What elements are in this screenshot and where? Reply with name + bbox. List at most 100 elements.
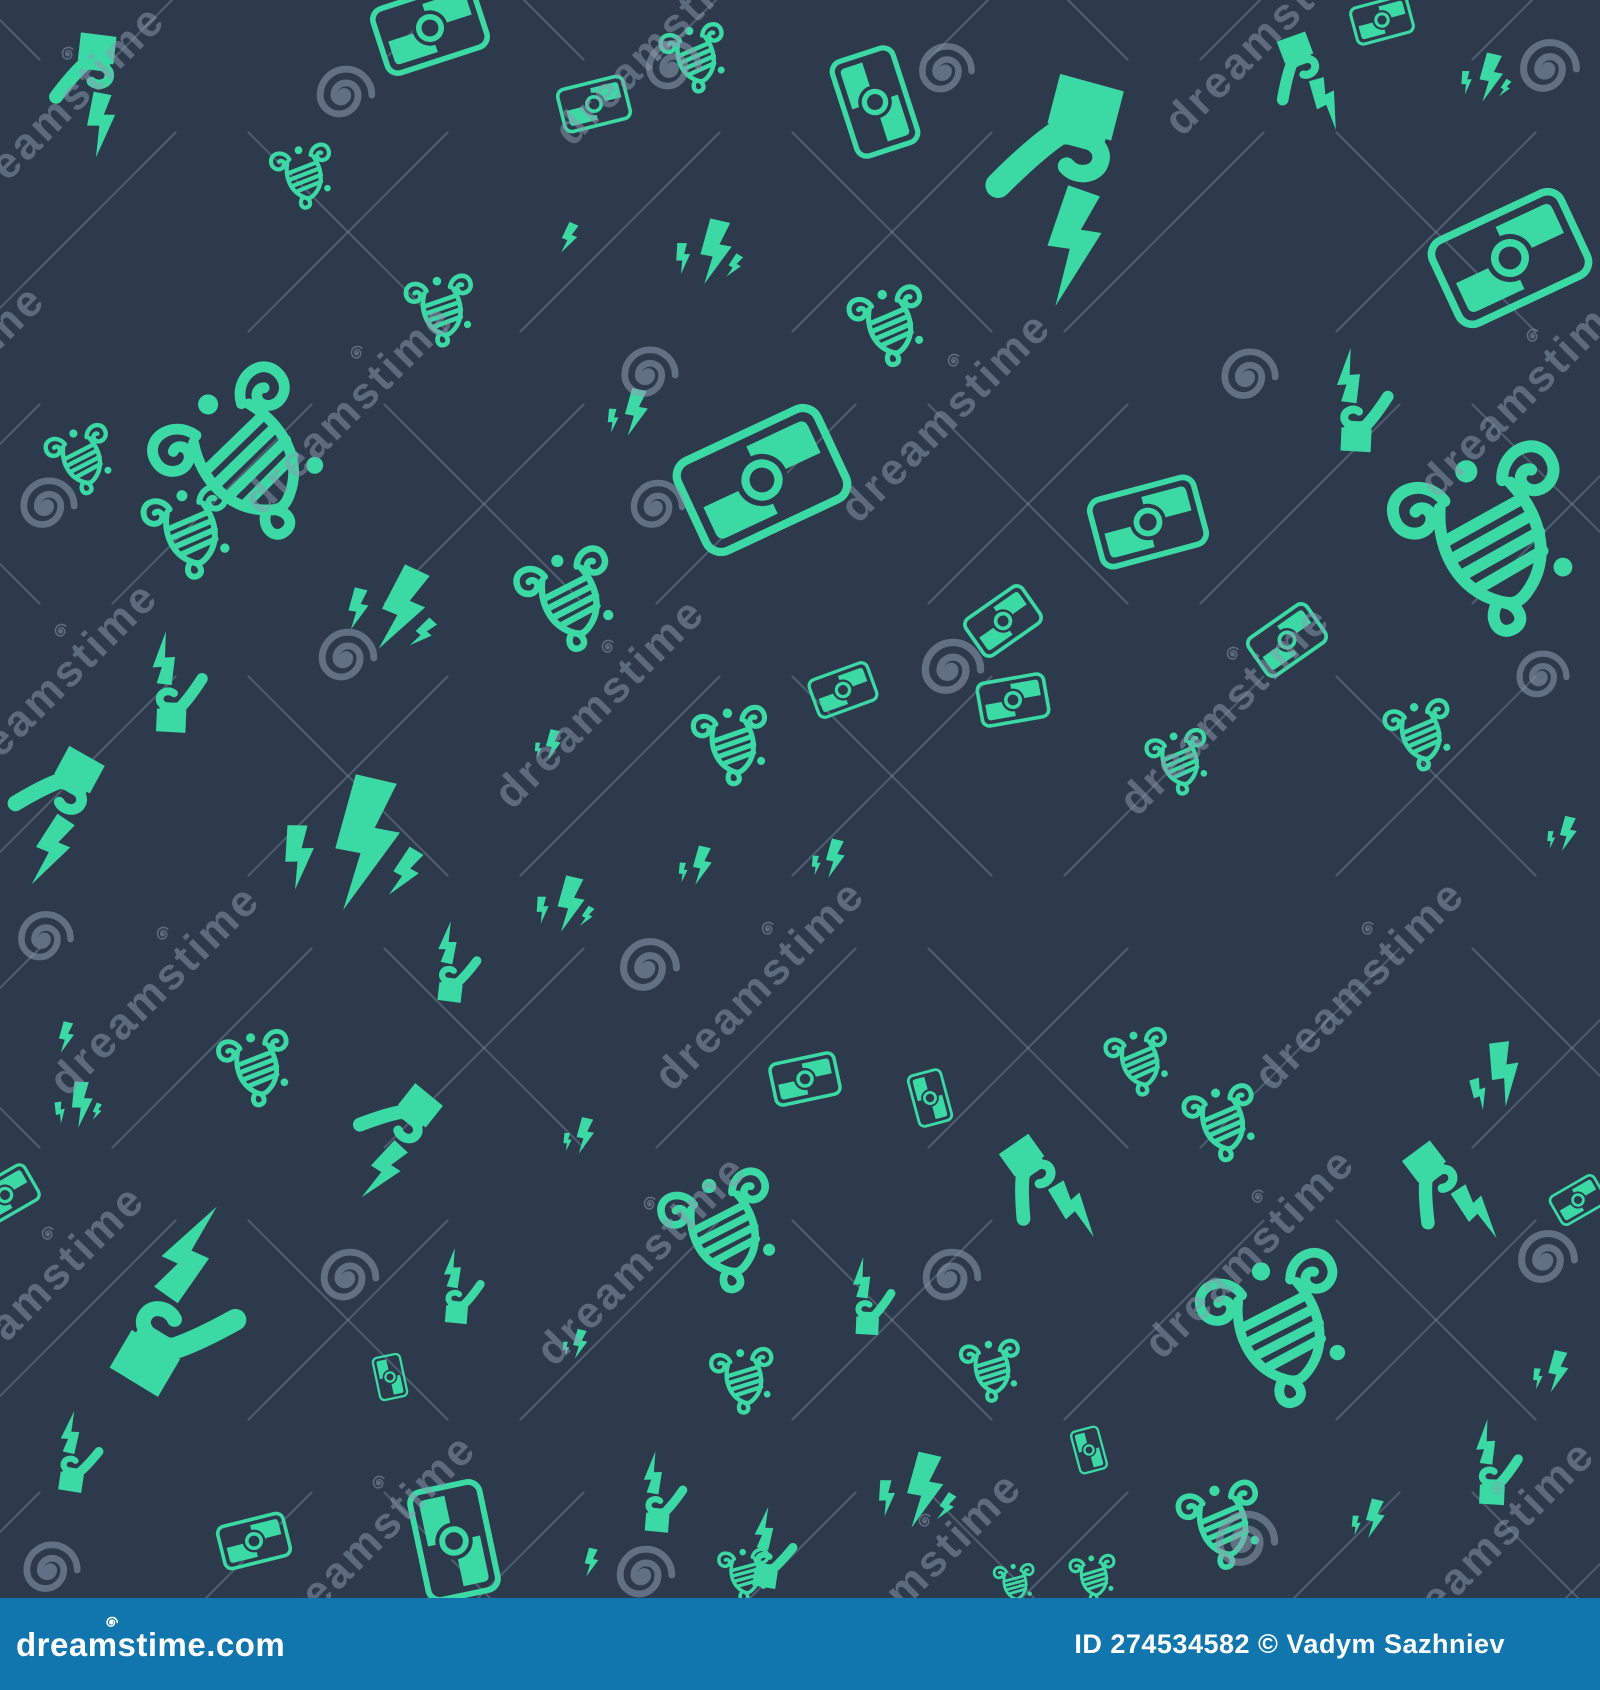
watermark-text-spiral-icon <box>59 44 77 62</box>
ancient-lyre-icon <box>691 702 775 789</box>
ancient-lyre-icon <box>1181 1080 1265 1166</box>
watermark-text: dreamstime <box>830 301 1061 532</box>
watermark-spiral-icon <box>27 1545 77 1589</box>
watermark-line <box>204 1491 313 1598</box>
ancient-lyre-icon <box>512 541 629 660</box>
zeus-hand-lightning-icon <box>1382 1135 1519 1262</box>
money-banknote-icon <box>974 671 1052 729</box>
lightning-bolt-icon <box>1531 1349 1569 1393</box>
watermark-text-spiral-icon <box>1224 644 1242 662</box>
ancient-lyre-icon <box>140 480 242 585</box>
money-banknote-icon <box>1068 1424 1110 1476</box>
watermark-text-group: dreamstime <box>0 274 55 505</box>
watermark-spiral-icon <box>634 483 682 525</box>
watermark-text: dreamstime <box>544 0 775 155</box>
watermark-text: dreamstime <box>1154 0 1385 145</box>
watermark-text-spiral-icon <box>641 1194 659 1212</box>
watermark-spiral-icon <box>625 350 675 394</box>
watermark-spiral-icon <box>1524 43 1577 89</box>
watermark-text-spiral-icon <box>1524 326 1542 344</box>
watermark-text-spiral-icon <box>599 637 617 655</box>
watermark-text-group: dreamstime <box>644 869 875 1100</box>
lightning-bolt-icon <box>1349 1498 1385 1538</box>
image-credit: ID 274534582 © Vadym Sazhniev <box>1074 1629 1505 1660</box>
watermark-text-group: dreamstime <box>1109 594 1340 825</box>
lightning-bolt-icon <box>584 1547 599 1577</box>
watermark-text-group: dreamstime <box>830 301 1061 532</box>
watermark-text-spiral-icon <box>154 924 172 942</box>
money-banknote-icon <box>214 1510 294 1572</box>
zeus-hand-lightning-icon <box>136 626 212 739</box>
lightning-bolt-icon <box>1455 1036 1532 1117</box>
watermark-line <box>0 0 40 60</box>
watermark-line <box>0 1106 41 1149</box>
ancient-lyre-icon <box>710 1345 779 1416</box>
watermark-line <box>519 131 721 333</box>
watermark-spiral-icon <box>322 632 374 677</box>
ancient-lyre-icon <box>269 140 339 213</box>
watermark-line <box>1471 0 1534 61</box>
watermark-text: dreamstime <box>1134 1137 1365 1368</box>
watermark-text: dreamstime <box>39 874 270 1105</box>
watermark-text-group: dreamstime <box>39 874 270 1105</box>
watermark-text-spiral-icon <box>1249 1187 1267 1205</box>
watermark-text: dreamstime <box>644 869 875 1100</box>
watermark-text: dreamstime <box>484 587 715 818</box>
watermark-text-spiral-icon <box>759 919 777 937</box>
watermark-text: dreamstime <box>255 1423 486 1598</box>
watermark-line <box>0 18 41 61</box>
zeus-hand-lightning-icon <box>50 1409 103 1495</box>
ancient-lyre-icon <box>846 281 934 371</box>
watermark-spiral-icon <box>922 46 971 89</box>
ancient-lyre-icon <box>216 1026 298 1111</box>
seamless-pattern-canvas: dreamstime dreamstimedreamstimedreamstime… <box>0 0 1600 1598</box>
money-banknote-icon <box>905 1067 955 1129</box>
zeus-hand-lightning-icon <box>632 1448 690 1537</box>
zeus-hand-lightning-icon <box>977 1128 1117 1261</box>
watermark-text-spiral-icon <box>1359 919 1377 937</box>
stock-image-preview: dreamstime dreamstime dreamstime dreamstime… <box>0 0 1600 1690</box>
lightning-bolt-icon <box>1458 52 1513 102</box>
watermark-spiral-icon <box>925 642 980 690</box>
watermark-spiral-icon <box>1520 654 1567 695</box>
money-banknote-icon <box>1347 0 1417 48</box>
ancient-lyre-icon <box>1103 1024 1177 1100</box>
zeus-hand-lightning-icon <box>1320 342 1398 458</box>
lightning-bolt-icon <box>277 774 426 910</box>
money-banknote-icon <box>0 1160 44 1230</box>
watermark-text: dreamstime <box>1109 594 1340 825</box>
watermark-spiral-icon <box>1225 352 1275 396</box>
zeus-hand-lightning-icon <box>433 1245 487 1328</box>
lightning-bolt-icon <box>676 845 712 885</box>
watermark-lattice <box>0 0 1600 1598</box>
watermark-layer: dreamstime dreamstimedreamstimedreamstime… <box>0 0 1600 1598</box>
zeus-hand-lightning-icon <box>744 1505 797 1591</box>
watermark-line <box>0 947 41 990</box>
money-banknote-icon <box>829 45 920 159</box>
image-credit-text: ID 274534582 © Vadym Sazhniev <box>1074 1628 1505 1659</box>
watermark-text-group: dreamstime <box>1154 0 1385 145</box>
lightning-bolt-icon <box>559 221 580 255</box>
ancient-lyre-icon <box>1067 1550 1121 1598</box>
dreamstime-logo[interactable]: dreamstime.com <box>16 1616 286 1663</box>
watermark-text-spiral-icon <box>370 1473 388 1491</box>
watermark-text: dreamstime <box>0 274 55 505</box>
watermark-spiral-icon <box>324 1252 376 1297</box>
lightning-bolt-icon <box>533 875 596 933</box>
dreamstime-logo-text: dreamstime.com <box>16 1625 286 1663</box>
watermark-spiral-icon <box>620 1549 672 1594</box>
lightning-bolt-icon <box>1545 815 1577 851</box>
watermark-text-spiral-icon <box>348 343 366 361</box>
watermark-text-group: dreamstime <box>544 0 775 155</box>
watermark-line <box>1472 0 1600 60</box>
watermark-spiral-icon <box>21 914 70 957</box>
watermark-spiral-icon <box>1522 1234 1575 1280</box>
watermark-text-spiral-icon <box>52 621 70 639</box>
pattern-icons <box>0 0 1600 1598</box>
watermark-spiral-icon <box>24 481 74 525</box>
lightning-bolt-icon <box>672 218 745 284</box>
watermark-spiral-icon <box>624 942 677 988</box>
watermark-spiral-icon <box>320 69 372 114</box>
dreamstime-logo-spiral-icon <box>106 1616 119 1627</box>
money-banknote-icon <box>370 1351 410 1403</box>
